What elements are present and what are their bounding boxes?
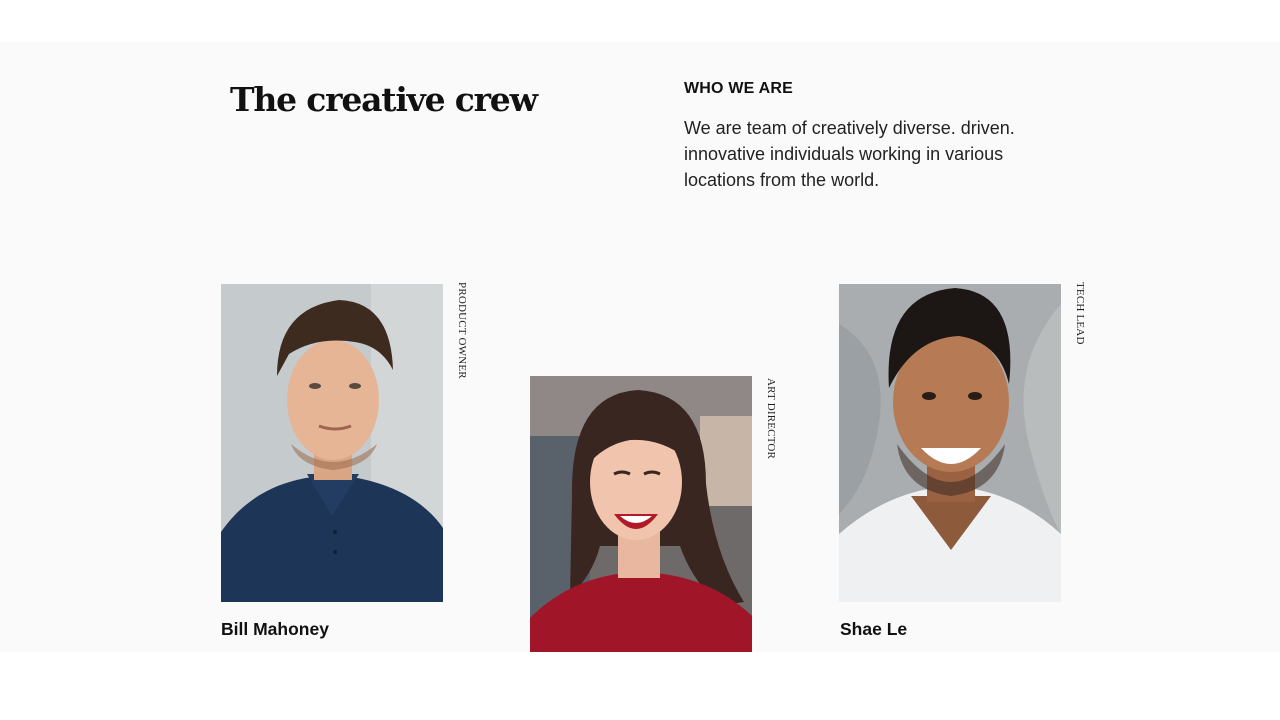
portrait-bill-mahoney <box>221 284 443 602</box>
team-member-role: TECH LEAD <box>1074 282 1086 345</box>
team-member-photo-bill-mahoney <box>221 284 443 602</box>
team-member-name: Bill Mahoney <box>221 619 329 639</box>
team-member-role: ART DIRECTOR <box>765 378 777 460</box>
team-member-photo-shae-le <box>839 284 1061 602</box>
section-title: The creative crew <box>230 80 538 119</box>
team-member-name: Shae Le <box>840 619 908 639</box>
portrait-shae-le <box>839 284 1061 602</box>
team-section: The creative crew WHO WE ARE We are team… <box>0 42 1280 652</box>
section-eyebrow: WHO WE ARE <box>684 80 793 97</box>
section-intro: We are team of creatively diverse. drive… <box>684 118 1015 190</box>
portrait-art-director <box>530 376 752 652</box>
team-member-photo-art-director <box>530 376 752 652</box>
team-member-role: PRODUCT OWNER <box>456 282 468 379</box>
